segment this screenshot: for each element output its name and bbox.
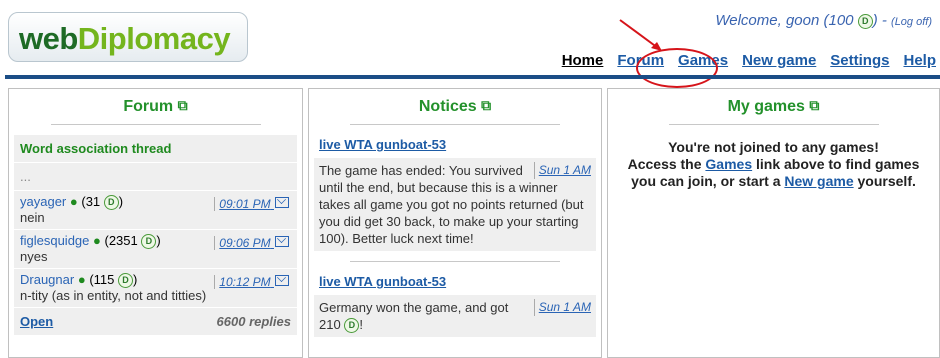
post-points: (2351 (104, 233, 142, 248)
notice-body: Sun 1 AM Germany won the game, and got 2… (314, 295, 596, 337)
notice-time[interactable]: Sun 1 AM (533, 162, 591, 179)
post-message: nyes (20, 249, 48, 264)
mygames-text: yourself. (853, 173, 916, 189)
forum-title: Forum (123, 98, 174, 115)
post-points: (115 (89, 272, 118, 287)
logo-web: web (19, 21, 78, 56)
post-message: nein (20, 210, 45, 225)
thread-title[interactable]: Word association thread (14, 135, 297, 162)
post-time-text: 09:01 PM (219, 197, 271, 211)
nav-home[interactable]: Home (562, 52, 604, 69)
welcome-separator: - (877, 12, 892, 29)
header-divider-bar (5, 75, 940, 79)
notice-text-end: ! (359, 317, 363, 332)
reply-count: 6600 replies (216, 314, 291, 329)
forum-post: yayager ● (31 D) 09:01 PM nein (14, 190, 297, 229)
welcome-prefix: Welcome, (715, 12, 786, 29)
nav-new-game[interactable]: New game (742, 52, 816, 69)
thread-ellipsis: ... (14, 162, 297, 190)
post-message: n-tity (as in entity, not and titties) (20, 288, 207, 303)
mygames-panel: My games ⧉ You're not joined to any game… (607, 88, 940, 358)
online-dot-icon: ● (93, 233, 101, 248)
logo[interactable]: webDiplomacy (8, 12, 248, 62)
diplomacy-coin-icon: D (103, 195, 119, 210)
diplomacy-coin-icon: D (857, 14, 873, 29)
annotation-highlight-circle (636, 48, 718, 88)
diplomacy-coin-icon: D (117, 273, 133, 288)
post-points-close: ) (132, 272, 138, 287)
open-thread-link[interactable]: Open (20, 314, 53, 329)
online-dot-icon: ● (77, 272, 86, 287)
post-time-text: 09:06 PM (219, 236, 271, 250)
logoff-link[interactable]: (Log off) (891, 16, 932, 28)
divider (50, 124, 261, 125)
diplomacy-coin-icon: D (344, 318, 360, 333)
post-time-text: 10:12 PM (219, 275, 271, 289)
divider (350, 124, 560, 125)
mygames-line1: You're not joined to any games! (668, 139, 879, 155)
forum-post: Draugnar ● (115 D) 10:12 PM n-tity (as i… (14, 268, 297, 307)
mail-icon[interactable] (275, 236, 289, 247)
nav-help[interactable]: Help (903, 52, 936, 69)
forum-heading[interactable]: Forum ⧉ (9, 89, 302, 116)
new-game-link[interactable]: New game (784, 173, 853, 189)
user-points: (100 (819, 12, 858, 29)
notice-body: Sun 1 AM The game has ended: You survive… (314, 158, 596, 251)
mygames-message: You're not joined to any games! Access t… (608, 125, 939, 190)
mail-icon[interactable] (275, 197, 289, 208)
post-points-close: ) (156, 233, 161, 248)
logo-text: webDiplomacy (19, 21, 231, 57)
mail-icon[interactable] (275, 275, 289, 286)
username-link[interactable]: goon (786, 12, 819, 29)
notice-title[interactable]: live WTA gunboat-53 (314, 133, 596, 156)
post-points-close: ) (118, 194, 124, 209)
nav-settings[interactable]: Settings (830, 52, 889, 69)
notice-title[interactable]: live WTA gunboat-53 (314, 270, 596, 293)
post-user[interactable]: yayager (20, 194, 66, 209)
external-link-icon[interactable]: ⧉ (178, 97, 188, 113)
welcome-message: Welcome, goon (100 D) - (Log off) (715, 12, 932, 29)
external-link-icon[interactable]: ⧉ (481, 97, 491, 113)
mygames-title: My games (727, 98, 805, 115)
post-points: (31 (81, 194, 104, 209)
forum-panel: Forum ⧉ Word association thread ... yaya… (8, 88, 303, 358)
ellipsis: ... (20, 169, 31, 184)
thread-footer: Open 6600 replies (14, 307, 297, 335)
mygames-heading[interactable]: My games ⧉ (608, 89, 939, 116)
post-time[interactable]: 09:06 PM (214, 236, 289, 250)
external-link-icon[interactable]: ⧉ (809, 97, 819, 113)
logo-diplomacy: Diplomacy (77, 21, 231, 56)
post-time[interactable]: 10:12 PM (214, 275, 289, 289)
post-user[interactable]: Draugnar (20, 272, 74, 287)
mygames-text: Access the (627, 156, 706, 172)
diplomacy-coin-icon: D (141, 234, 157, 249)
post-user[interactable]: figlesquidge (20, 233, 89, 248)
notices-panel: Notices ⧉ live WTA gunboat-53 Sun 1 AM T… (308, 88, 602, 358)
forum-post: figlesquidge ● (2351 D) 09:06 PM nyes (14, 229, 297, 268)
notices-title: Notices (418, 98, 477, 115)
divider (350, 261, 560, 262)
online-dot-icon: ● (69, 194, 78, 209)
post-time[interactable]: 09:01 PM (214, 197, 289, 211)
notices-heading[interactable]: Notices ⧉ (309, 89, 601, 116)
games-link[interactable]: Games (705, 156, 752, 172)
main-nav: Home Forum Games New game Settings Help (548, 52, 936, 69)
notice-time[interactable]: Sun 1 AM (533, 299, 591, 316)
